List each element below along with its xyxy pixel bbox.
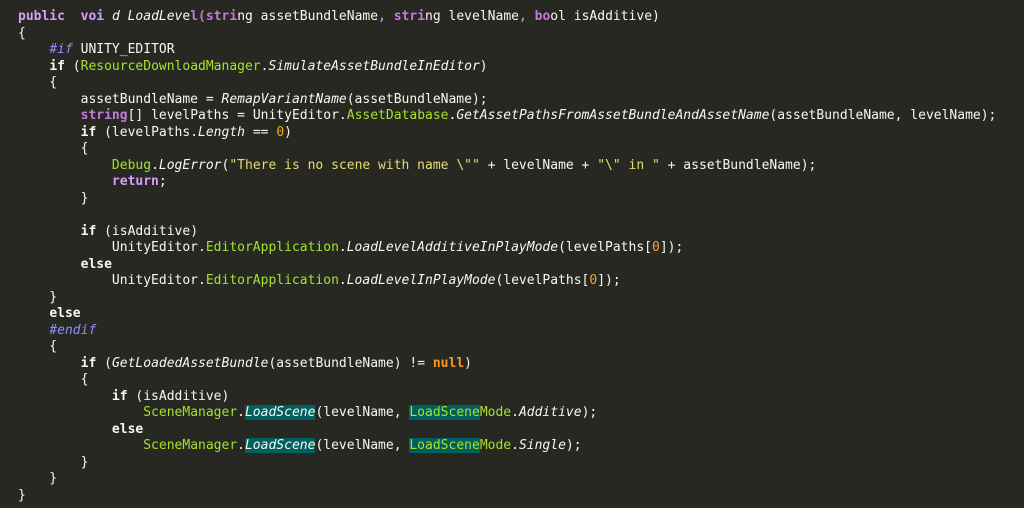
class-name: AssetDatabase <box>346 108 449 123</box>
keyword-void: voi <box>72 9 105 24</box>
search-highlight: LoadScene <box>409 405 480 420</box>
code-line[interactable]: Debug.LogError("There is no scene with n… <box>18 158 1024 175</box>
preprocessor-endif: #endif <box>49 322 97 338</box>
member-name: SimulateAssetBundleInEditor <box>268 58 480 74</box>
keyword-public: public <box>18 9 65 24</box>
code-line[interactable]: if (isAdditive) <box>18 389 1024 406</box>
code-line[interactable]: string[] levelPaths = UnityEditor.AssetD… <box>18 108 1024 125</box>
code-line[interactable]: else <box>18 257 1024 274</box>
keyword-return: return <box>111 174 159 189</box>
preprocessor-if: #if <box>49 42 73 57</box>
method-name: d LoadLev <box>111 9 183 24</box>
code-line[interactable]: } <box>18 191 1024 208</box>
code-line[interactable]: public voi d LoadLevel(string assetBundl… <box>18 9 1024 26</box>
keyword-null: null <box>432 355 465 371</box>
class-name: EditorApplication <box>205 240 339 255</box>
code-line[interactable]: UnityEditor.EditorApplication.LoadLevelA… <box>18 240 1024 257</box>
code-line[interactable]: #endif <box>18 323 1024 340</box>
method-name: LoadLevelInPlayMode <box>346 273 496 288</box>
number-literal: 0 <box>276 124 285 140</box>
keyword-string: , stri <box>378 9 426 24</box>
search-highlight: LoadScene <box>244 438 316 453</box>
code-line[interactable]: if (ResourceDownloadManager.SimulateAsse… <box>18 59 1024 76</box>
search-highlight: LoadScene <box>409 438 480 453</box>
code-line[interactable]: UnityEditor.EditorApplication.LoadLevelI… <box>18 273 1024 290</box>
number-literal: 0 <box>651 240 660 255</box>
class-name: SceneManager <box>143 405 238 420</box>
class-name: EditorApplication <box>205 273 339 288</box>
keyword-if: if <box>111 388 128 404</box>
code-line[interactable]: { <box>18 26 1024 43</box>
class-name: SceneManager <box>143 438 238 453</box>
code-line[interactable]: if (isAdditive) <box>18 224 1024 241</box>
keyword-bool: , bo <box>518 9 551 24</box>
method-name: GetAssetPathsFromAssetBundleAndAssetName <box>456 108 770 123</box>
code-line[interactable]: if (levelPaths.Length == 0) <box>18 125 1024 142</box>
code-line[interactable]: return; <box>18 174 1024 191</box>
code-editor[interactable]: public voi d LoadLevel(string assetBundl… <box>0 0 1024 508</box>
code-line[interactable]: { <box>18 141 1024 158</box>
keyword-else: else <box>49 306 81 321</box>
code-line[interactable]: } <box>18 290 1024 307</box>
keyword-if: if <box>80 223 97 239</box>
keyword-else: else <box>111 421 144 437</box>
method-name: RemapVariantName <box>221 91 347 107</box>
member-name: Single <box>518 438 566 453</box>
member-name: Length <box>198 124 245 140</box>
code-line[interactable]: #if UNITY_EDITOR <box>18 42 1024 59</box>
code-line[interactable] <box>18 207 1024 224</box>
method-name: GetLoadedAssetBundle <box>111 355 269 371</box>
keyword-if: if <box>80 355 97 371</box>
keyword-if: if <box>49 58 65 74</box>
string-literal: "There is no scene with name \"" <box>229 157 480 173</box>
method-name: LogError <box>158 157 222 173</box>
keyword-if: if <box>80 124 97 140</box>
class-name: Debug <box>111 157 152 173</box>
code-line[interactable]: SceneManager.LoadScene(levelName, LoadSc… <box>18 438 1024 455</box>
code-line[interactable]: } <box>18 455 1024 472</box>
string-literal: "\" in " <box>597 157 660 173</box>
method-name: LoadLevelAdditiveInPlayMode <box>346 240 559 255</box>
code-line[interactable]: { <box>18 372 1024 389</box>
class-name: Mode <box>479 438 512 453</box>
member-name: Additive <box>518 405 582 420</box>
code-line[interactable]: } <box>18 471 1024 488</box>
code-line[interactable]: { <box>18 75 1024 92</box>
code-line[interactable]: SceneManager.LoadScene(levelName, LoadSc… <box>18 405 1024 422</box>
class-name: ResourceDownloadManager <box>80 58 261 74</box>
code-line[interactable]: else <box>18 422 1024 439</box>
code-line[interactable]: if (GetLoadedAssetBundle(assetBundleName… <box>18 356 1024 373</box>
class-name: Mode <box>479 405 512 420</box>
search-highlight: LoadScene <box>244 405 316 420</box>
code-line[interactable]: assetBundleName = RemapVariantName(asset… <box>18 92 1024 109</box>
code-line[interactable]: } <box>18 488 1024 505</box>
keyword-string: l(stri <box>190 9 238 24</box>
code-line[interactable]: else <box>18 306 1024 323</box>
keyword-else: else <box>80 256 112 272</box>
code-line[interactable]: { <box>18 339 1024 356</box>
keyword-string: string <box>80 108 128 123</box>
